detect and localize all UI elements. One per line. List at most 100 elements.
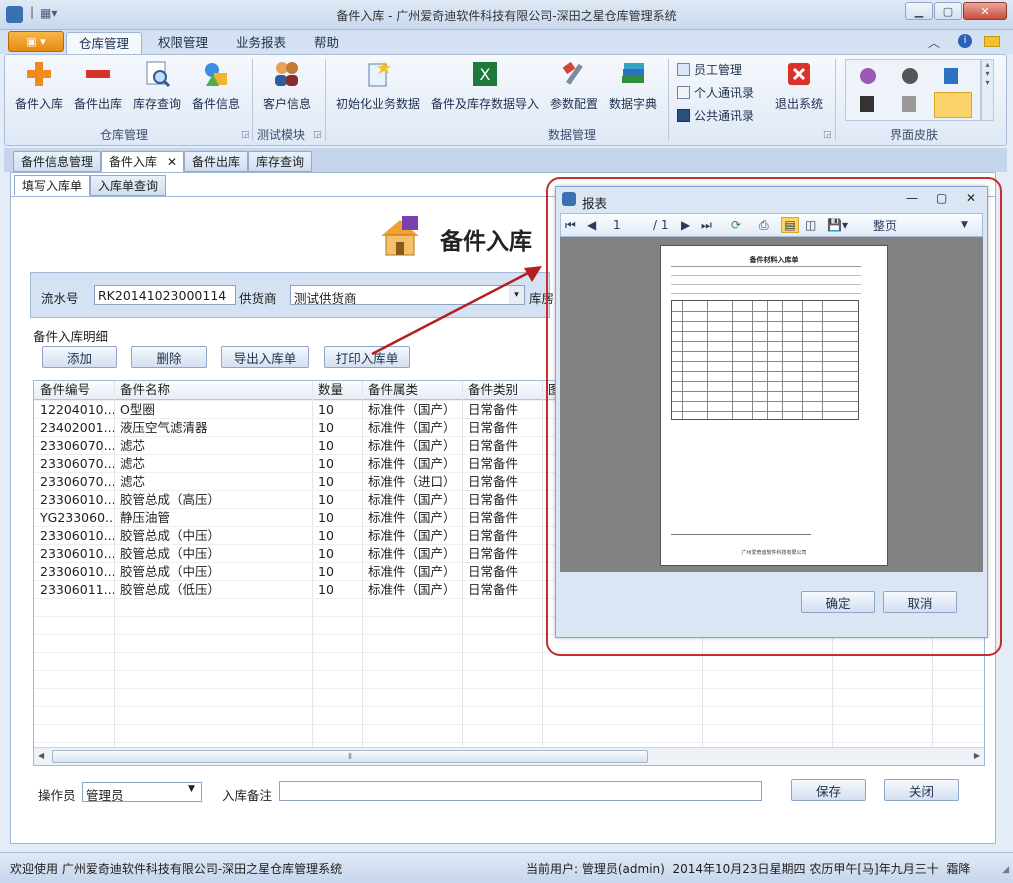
skin-blue-icon[interactable] bbox=[944, 68, 958, 84]
remark-input[interactable] bbox=[279, 781, 762, 801]
table-cell: 23402001... bbox=[40, 420, 114, 435]
chevron-down-icon[interactable]: ▼ bbox=[961, 217, 968, 233]
skin-gallery-scroll[interactable]: ▴ ▾ ▾ bbox=[981, 59, 994, 121]
info-icon[interactable]: i bbox=[958, 34, 972, 48]
delete-button[interactable]: 删除 bbox=[131, 346, 207, 368]
inbound-button[interactable]: 备件入库 bbox=[15, 59, 63, 112]
minimize-icon[interactable]: ▁ bbox=[905, 2, 933, 20]
last-page-icon[interactable]: ⏭ bbox=[701, 217, 712, 233]
operator-select[interactable]: 管理员 bbox=[82, 782, 202, 802]
chevron-down-icon[interactable]: ▼ bbox=[188, 784, 195, 794]
staff-mgmt-button[interactable]: 员工管理 bbox=[677, 61, 742, 78]
public-contacts-button[interactable]: 公共通讯录 bbox=[677, 107, 754, 124]
param-config-button[interactable]: 参数配置 bbox=[550, 59, 598, 112]
table-cell: 日常备件 bbox=[468, 402, 519, 417]
doctab-part-info[interactable]: 备件信息管理 bbox=[13, 151, 102, 172]
close-button[interactable]: 关闭 bbox=[884, 779, 959, 801]
group-expand-icon[interactable]: ◲ bbox=[823, 130, 832, 140]
window-title: 备件入库 - 广州爱奇迪软件科技有限公司-深田之星仓库管理系统 bbox=[336, 9, 677, 23]
tab-help[interactable]: 帮助 bbox=[302, 32, 351, 54]
dialog-maximize-icon[interactable]: ▢ bbox=[936, 191, 947, 205]
save-export-icon[interactable]: 💾▾ bbox=[827, 217, 848, 233]
id-card-icon bbox=[677, 63, 690, 76]
exit-button[interactable]: 退出系统 bbox=[775, 59, 823, 112]
group-test-label: 测试模块 bbox=[257, 128, 306, 142]
row-divider bbox=[34, 724, 984, 725]
print-icon[interactable]: ⎙ bbox=[759, 217, 769, 233]
mail-icon[interactable] bbox=[984, 36, 1000, 47]
supplier-label: 供货商 bbox=[239, 291, 277, 306]
init-data-button[interactable]: 初始化业务数据 bbox=[336, 59, 420, 112]
skin-office-selected-icon[interactable] bbox=[934, 92, 972, 118]
tab-warehouse[interactable]: 仓库管理 bbox=[66, 32, 143, 54]
title-bar: | ▦▾ 备件入库 - 广州爱奇迪软件科技有限公司-深田之星仓库管理系统 ▁ ▢… bbox=[0, 0, 1013, 30]
maximize-icon[interactable]: ▢ bbox=[934, 2, 962, 20]
scroll-thumb[interactable]: ⦀ bbox=[52, 750, 648, 763]
paper-footer: 广州爱奇迪软件科技有限公司 bbox=[741, 550, 807, 556]
stock-query-button[interactable]: 库存查询 bbox=[133, 59, 181, 112]
data-dict-button[interactable]: 数据字典 bbox=[609, 59, 657, 112]
add-button[interactable]: 添加 bbox=[42, 346, 117, 368]
resize-grip-icon[interactable]: ◢ bbox=[1002, 865, 1009, 875]
close-tab-icon[interactable]: ✕ bbox=[167, 152, 177, 172]
table-cell: 标准件（国产） bbox=[368, 420, 456, 435]
next-page-icon[interactable]: ▶ bbox=[681, 217, 690, 233]
scroll-right-icon[interactable]: ▶ bbox=[974, 751, 980, 760]
tools-icon bbox=[559, 59, 589, 89]
doctab-inbound[interactable]: 备件入库 ✕ bbox=[101, 151, 185, 172]
prev-page-icon[interactable]: ◀ bbox=[587, 217, 596, 233]
tab-reports[interactable]: 业务报表 bbox=[224, 32, 298, 54]
cancel-button[interactable]: 取消 bbox=[883, 591, 957, 613]
report-dialog: 报表 — ▢ ✕ ⏮ ◀ 1 / 1 ▶ ⏭ ⟳ ⎙ ▤ ◫ 💾▾ 整页 ▼ 备… bbox=[555, 186, 988, 638]
subtab-query[interactable]: 入库单查询 bbox=[90, 175, 167, 196]
paper-row-line bbox=[672, 351, 858, 352]
group-expand-icon[interactable]: ◲ bbox=[313, 130, 322, 140]
group-expand-icon[interactable]: ◲ bbox=[241, 130, 250, 140]
close-icon[interactable]: ✕ bbox=[963, 2, 1007, 20]
serial-field[interactable]: RK20141023000114 bbox=[94, 285, 236, 305]
dialog-minimize-icon[interactable]: — bbox=[906, 191, 918, 205]
app-menu-button[interactable]: ▣ ▾ bbox=[8, 31, 64, 52]
table-cell: 滤芯 bbox=[120, 456, 146, 471]
col-header-code[interactable]: 备件编号 bbox=[34, 381, 114, 399]
report-toolbar: ⏮ ◀ 1 / 1 ▶ ⏭ ⟳ ⎙ ▤ ◫ 💾▾ 整页 ▼ bbox=[560, 213, 983, 237]
tab-permission[interactable]: 权限管理 bbox=[146, 32, 220, 54]
scroll-left-icon[interactable]: ◀ bbox=[38, 751, 44, 760]
skin-purple-icon[interactable] bbox=[860, 68, 876, 84]
collapse-ribbon-icon[interactable]: ︿ bbox=[928, 34, 940, 51]
col-header-type[interactable]: 备件类别 bbox=[462, 381, 542, 399]
personal-contacts-button[interactable]: 个人通讯录 bbox=[677, 84, 754, 101]
skin-black-icon[interactable] bbox=[860, 96, 874, 112]
horizontal-scrollbar[interactable]: ◀ ⦀ ▶ bbox=[34, 747, 984, 765]
col-header-category[interactable]: 备件属类 bbox=[362, 381, 462, 399]
book-view-icon[interactable]: ◫ bbox=[805, 217, 816, 233]
page-number-input[interactable]: 1 bbox=[613, 217, 621, 233]
outbound-button[interactable]: 备件出库 bbox=[74, 59, 122, 112]
col-header-name[interactable]: 备件名称 bbox=[114, 381, 312, 399]
refresh-icon[interactable]: ⟳ bbox=[731, 217, 741, 233]
paper-row-line bbox=[672, 321, 858, 322]
save-button[interactable]: 保存 bbox=[791, 779, 866, 801]
doctab-outbound[interactable]: 备件出库 bbox=[184, 151, 249, 172]
first-page-icon[interactable]: ⏮ bbox=[565, 217, 576, 233]
table-cell: 23306070... bbox=[40, 438, 114, 453]
export-button[interactable]: 导出入库单 bbox=[221, 346, 309, 368]
row-divider bbox=[34, 742, 984, 743]
page-view-icon[interactable]: ▤ bbox=[781, 217, 799, 233]
doctab-stock-query[interactable]: 库存查询 bbox=[248, 151, 313, 172]
col-header-qty[interactable]: 数量 bbox=[312, 381, 362, 399]
zoom-select[interactable]: 整页 bbox=[873, 217, 897, 233]
page-total: / 1 bbox=[653, 218, 669, 232]
paper-row-line bbox=[672, 341, 858, 342]
skin-dark-icon[interactable] bbox=[902, 68, 918, 84]
paper-col-line bbox=[802, 301, 803, 419]
subtab-fill-form[interactable]: 填写入库单 bbox=[14, 175, 91, 196]
paper-title: 备件材料入库单 bbox=[749, 256, 799, 264]
dialog-close-icon[interactable]: ✕ bbox=[966, 191, 976, 205]
status-welcome: 欢迎使用 广州爱奇迪软件科技有限公司-深田之星仓库管理系统 bbox=[10, 862, 343, 876]
import-data-button[interactable]: X 备件及库存数据导入 bbox=[431, 59, 539, 112]
part-info-button[interactable]: 备件信息 bbox=[192, 59, 240, 112]
customer-info-button[interactable]: 客户信息 bbox=[263, 59, 311, 112]
ok-button[interactable]: 确定 bbox=[801, 591, 875, 613]
skin-silver-icon[interactable] bbox=[902, 96, 916, 112]
